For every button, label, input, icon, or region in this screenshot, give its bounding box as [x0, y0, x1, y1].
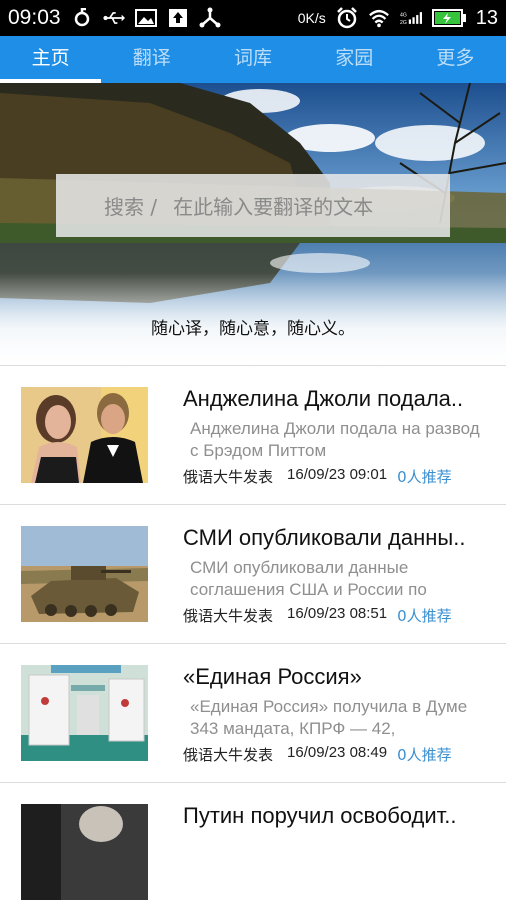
- news-meta: 俄语大牛发表 16/09/23 08:49 0人推荐: [183, 744, 493, 765]
- tab-home[interactable]: 主页: [0, 36, 102, 83]
- tab-vocabulary[interactable]: 词库: [202, 36, 303, 83]
- tab-bar: 主页 翻译 词库 家园 更多: [0, 36, 506, 83]
- news-author: 俄语大牛发表: [183, 746, 274, 764]
- news-thumbnail: [21, 804, 148, 900]
- svg-text:4G: 4G: [400, 13, 407, 19]
- status-time: 09:03: [8, 6, 61, 29]
- news-title: Путин поручил освободит..: [183, 803, 457, 828]
- news-title: СМИ опубликовали данны..: [183, 525, 466, 550]
- news-time: 16/09/23 08:49: [287, 744, 388, 761]
- search-box[interactable]: 搜索 / 在此输入要翻译的文本: [56, 174, 450, 237]
- share-icon: [199, 7, 221, 29]
- news-recommend-count[interactable]: 0人推荐: [397, 466, 452, 487]
- news-author: 俄语大牛发表: [183, 468, 274, 486]
- alarm-icon: [336, 7, 358, 29]
- search-prefix: 搜索 /: [104, 195, 158, 219]
- news-thumbnail: [21, 665, 148, 761]
- image-icon: [134, 7, 157, 29]
- news-summary: «Единая Россия» получила в Думе 343 манд…: [190, 697, 468, 738]
- tab-translate[interactable]: 翻译: [101, 36, 202, 83]
- news-recommend-count[interactable]: 0人推荐: [397, 744, 452, 765]
- news-time: 16/09/23 09:01: [287, 466, 388, 483]
- status-bar: 09:03 0K/s 4G 2G 13: [0, 0, 506, 36]
- news-time: 16/09/23 08:51: [287, 605, 388, 622]
- upload-icon: [167, 7, 189, 29]
- news-title: «Единая Россия»: [183, 664, 362, 689]
- news-meta: 俄语大牛发表 16/09/23 08:51 0人推荐: [183, 605, 493, 626]
- news-list: Анджелина Джоли подала.. Анджелина Джоли…: [0, 365, 506, 921]
- tab-more[interactable]: 更多: [405, 36, 506, 83]
- news-author: 俄语大牛发表: [183, 607, 274, 625]
- news-title: Анджелина Джоли подала..: [183, 386, 464, 411]
- battery-level: 13: [475, 6, 498, 29]
- search-placeholder: 在此输入要翻译的文本: [173, 195, 374, 219]
- news-item[interactable]: СМИ опубликовали данны.. СМИ опубликовал…: [0, 504, 506, 643]
- usb-icon: [102, 7, 125, 29]
- news-item[interactable]: Путин поручил освободит..: [0, 782, 506, 921]
- news-recommend-count[interactable]: 0人推荐: [397, 605, 452, 626]
- news-meta: 俄语大牛发表 16/09/23 09:01 0人推荐: [183, 466, 493, 487]
- net-speed: 0K/s: [297, 10, 326, 26]
- news-summary: СМИ опубликовали данные соглашения США и…: [190, 558, 427, 599]
- battery-icon: [431, 7, 466, 29]
- wifi-icon: [368, 7, 390, 29]
- banner: 搜索 / 在此输入要翻译的文本 随心译，随心意，随心义。: [0, 83, 506, 365]
- svg-text:2G: 2G: [400, 20, 407, 26]
- slogan: 随心译，随心意，随心义。: [151, 319, 355, 339]
- sync-icon: [71, 7, 93, 29]
- news-thumbnail: [21, 526, 148, 622]
- news-item[interactable]: «Единая Россия» «Единая Россия» получила…: [0, 643, 506, 782]
- signal-icon: 4G 2G: [400, 7, 422, 29]
- news-item[interactable]: Анджелина Джоли подала.. Анджелина Джоли…: [0, 365, 506, 504]
- news-thumbnail: [21, 387, 148, 483]
- news-summary: Анджелина Джоли подала на развод с Брэдо…: [190, 419, 480, 460]
- tab-community[interactable]: 家园: [304, 36, 405, 83]
